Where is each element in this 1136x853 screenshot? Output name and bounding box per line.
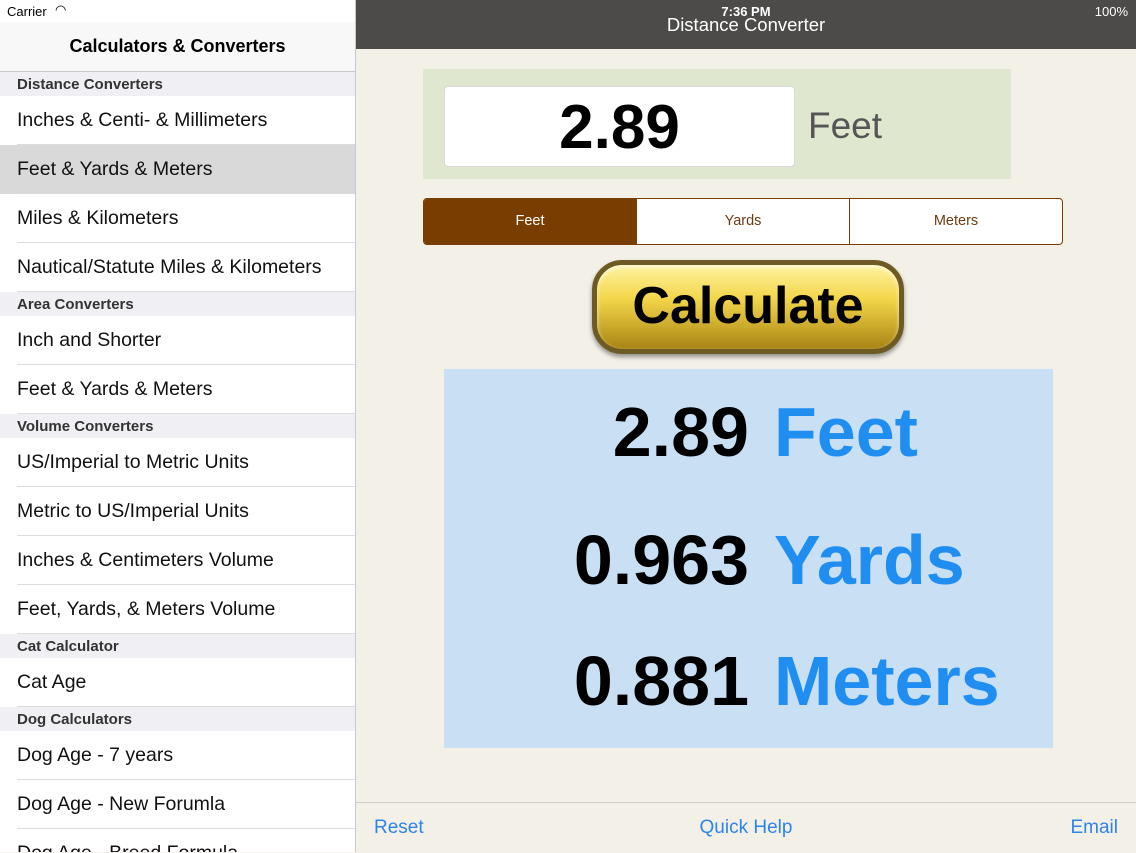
carrier-label: Carrier — [7, 4, 47, 19]
section-header: Distance Converters — [0, 72, 355, 96]
sidebar-item[interactable]: Dog Age - New Forumla — [0, 780, 355, 829]
input-panel: 2.89 Feet — [423, 69, 1011, 179]
result-row-yards: 0.963 Yards — [444, 520, 1053, 600]
main-panel: 7:36 PM 100% Distance Converter 2.89 Fee… — [356, 0, 1136, 853]
unit-segmented-control: Feet Yards Meters — [423, 198, 1063, 245]
wifi-icon: ◠ — [55, 2, 67, 17]
section-header: Volume Converters — [0, 414, 355, 438]
result-row-meters: 0.881 Meters — [444, 641, 1053, 721]
result-unit: Feet — [774, 393, 918, 471]
segment-meters[interactable]: Meters — [850, 199, 1062, 244]
sidebar-item[interactable]: Inches & Centimeters Volume — [0, 536, 355, 585]
sidebar-item[interactable]: Inches & Centi- & Millimeters — [0, 96, 355, 145]
quick-help-container: Quick Help — [356, 817, 1136, 839]
sidebar-item[interactable]: Metric to US/Imperial Units — [0, 487, 355, 536]
results-panel: 2.89 Feet 0.963 Yards 0.881 Meters — [444, 369, 1053, 748]
segment-feet[interactable]: Feet — [424, 199, 637, 244]
result-unit: Yards — [774, 521, 965, 599]
sidebar-navbar: Calculators & Converters — [0, 22, 355, 72]
sidebar-item[interactable]: Dog Age - Breed Formula — [0, 829, 355, 852]
result-value: 2.89 — [612, 393, 749, 471]
sidebar-title: Calculators & Converters — [69, 36, 286, 56]
result-value: 0.963 — [573, 521, 749, 599]
result-unit: Meters — [774, 642, 1000, 720]
section-header: Area Converters — [0, 292, 355, 316]
input-unit-label: Feet — [808, 105, 883, 146]
section-header: Dog Calculators — [0, 707, 355, 731]
section-header: Cat Calculator — [0, 634, 355, 658]
sidebar-item[interactable]: Inch and Shorter — [0, 316, 355, 365]
sidebar-list: Distance Converters Inches & Centi- & Mil… — [0, 72, 355, 852]
sidebar-item[interactable]: Miles & Kilometers — [0, 194, 355, 243]
page-title: Distance Converter — [666, 14, 826, 35]
sidebar-item[interactable]: Nautical/Statute Miles & Kilometers — [0, 243, 355, 292]
sidebar-item[interactable]: Feet & Yards & Meters — [0, 145, 355, 194]
calculate-button[interactable]: Calculate — [592, 260, 904, 354]
status-bar-left: Carrier ◠ — [0, 0, 355, 22]
sidebar-item[interactable]: Dog Age - 7 years — [0, 731, 355, 780]
result-row-feet: 2.89 Feet — [444, 392, 1053, 472]
sidebar-item[interactable]: US/Imperial to Metric Units — [0, 438, 355, 487]
bottom-toolbar: Reset Quick Help Email — [356, 802, 1136, 853]
email-button[interactable]: Email — [1070, 817, 1118, 839]
quick-help-button[interactable]: Quick Help — [700, 817, 793, 839]
result-value: 0.881 — [573, 642, 749, 720]
sidebar: Carrier ◠ Calculators & Converters Dista… — [0, 0, 356, 852]
sidebar-item[interactable]: Cat Age — [0, 658, 355, 707]
sidebar-item[interactable]: Feet & Yards & Meters — [0, 365, 355, 414]
segment-yards[interactable]: Yards — [637, 199, 850, 244]
sidebar-item[interactable]: Feet, Yards, & Meters Volume — [0, 585, 355, 634]
distance-input[interactable]: 2.89 — [444, 86, 795, 167]
main-navbar: 7:36 PM 100% Distance Converter — [356, 0, 1136, 49]
